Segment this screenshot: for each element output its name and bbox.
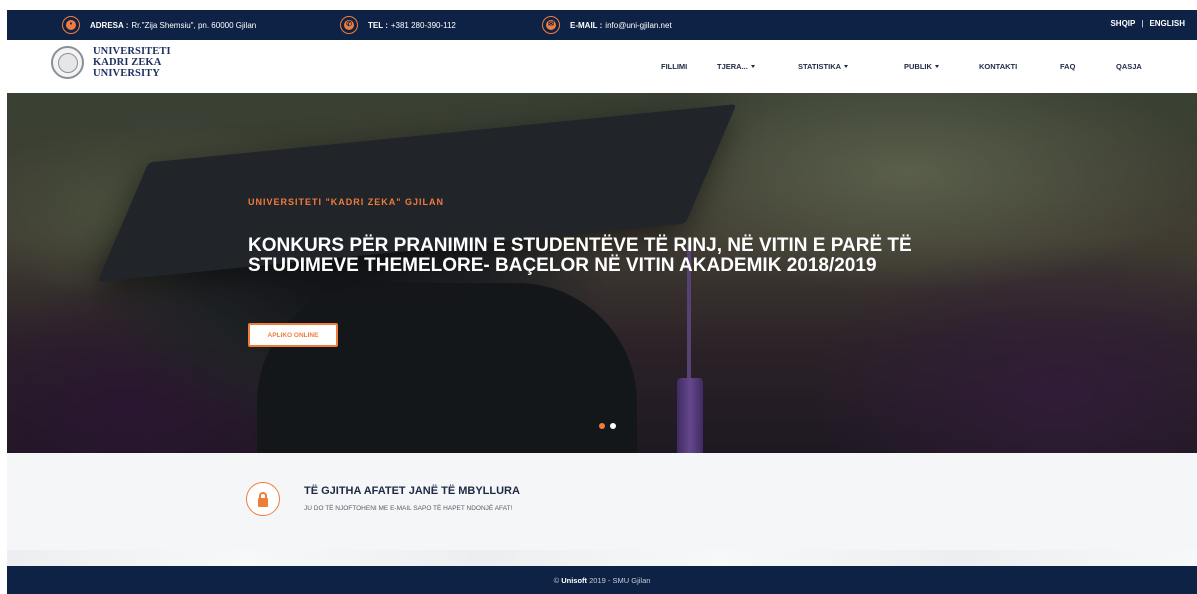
address-value: Rr."Zija Shemsiu", pn. 60000 Gjilan xyxy=(131,20,257,30)
notice-decor-band xyxy=(7,550,1197,566)
slider-dot-active[interactable] xyxy=(599,423,605,429)
phone-label: TEL : xyxy=(368,20,388,30)
university-seal-icon xyxy=(51,46,84,79)
nav-item-label: FILLIMI xyxy=(661,62,688,71)
copyright-symbol: © xyxy=(553,575,560,585)
nav-item-faq[interactable]: FAQ xyxy=(1060,62,1075,71)
phone-icon: ✆ xyxy=(340,16,358,34)
caret-down-icon xyxy=(844,65,849,68)
apply-online-button[interactable]: APLIKO ONLINE xyxy=(248,323,338,347)
lock-icon xyxy=(246,482,280,516)
nav-item-label: QASJA xyxy=(1116,62,1142,71)
page: • ADRESA : Rr."Zija Shemsiu", pn. 60000 … xyxy=(0,0,1197,594)
logo-line-3: UNIVERSITY xyxy=(93,68,160,79)
hero-content: UNIVERSITETI "KADRI ZEKA" GJILAN KONKURS… xyxy=(248,197,948,276)
slider-pagination xyxy=(599,423,616,429)
nav-item-label: FAQ xyxy=(1060,62,1076,71)
nav-item-statistika[interactable]: STATISTIKA xyxy=(798,62,849,71)
university-logo[interactable]: UNIVERSITETI KADRI ZEKA UNIVERSITY xyxy=(51,46,171,79)
language-switcher: SHQIP | ENGLISH xyxy=(1110,19,1185,28)
hero-title: KONKURS PËR PRANIMIN E STUDENTËVE TË RIN… xyxy=(248,235,912,276)
nav-item-publik[interactable]: PUBLIK xyxy=(904,62,939,71)
caret-down-icon xyxy=(750,65,755,68)
nav-item-label: PUBLIK xyxy=(904,62,932,71)
email-value[interactable]: info@uni-gjilan.net xyxy=(605,21,671,30)
email-label: E-MAIL : xyxy=(570,20,603,30)
footer-text: 2019 - SMU Gjilan xyxy=(589,575,651,585)
email-info: ✉ E-MAIL : info@uni-gjilan.net xyxy=(542,16,672,34)
caret-down-icon xyxy=(934,65,939,68)
logo-line-1: UNIVERSITETI xyxy=(93,46,171,57)
hero-slider: UNIVERSITETI "KADRI ZEKA" GJILAN KONKURS… xyxy=(7,93,1197,453)
main-navbar: UNIVERSITETI KADRI ZEKA UNIVERSITY FILLI… xyxy=(7,40,1197,93)
hero-subtitle: UNIVERSITETI "KADRI ZEKA" GJILAN xyxy=(248,197,445,207)
notice-text: JU DO TË NJOFTOHENI ME E-MAIL SAPO TË HA… xyxy=(304,505,513,512)
logo-line-2: KADRI ZEKA xyxy=(93,57,162,68)
phone-info: ✆ TEL : +381 280-390-112 xyxy=(340,16,456,34)
nav-item-fillimi[interactable]: FILLIMI xyxy=(661,62,687,71)
deadlines-notice: TË GJITHA AFATET JANË TË MBYLLURA JU DO … xyxy=(7,453,1197,566)
address-info: • ADRESA : Rr."Zija Shemsiu", pn. 60000 … xyxy=(62,16,256,34)
nav-item-label: KONTAKTI xyxy=(979,62,1018,71)
footer-brand[interactable]: Unisoft xyxy=(561,576,587,585)
slider-dot[interactable] xyxy=(610,423,616,429)
nav-item-label: TJERA... xyxy=(717,62,748,71)
top-info-bar: • ADRESA : Rr."Zija Shemsiu", pn. 60000 … xyxy=(7,10,1197,40)
nav-item-qasja[interactable]: QASJA xyxy=(1116,62,1142,71)
location-pin-icon: • xyxy=(62,16,80,34)
logo-text: UNIVERSITETI KADRI ZEKA UNIVERSITY xyxy=(93,46,171,79)
lang-shqip-link[interactable]: SHQIP xyxy=(1110,19,1135,28)
lang-separator: | xyxy=(1141,19,1144,28)
phone-value[interactable]: +381 280-390-112 xyxy=(391,21,456,30)
address-label: ADRESA : xyxy=(90,20,129,30)
nav-item-tjera[interactable]: TJERA... xyxy=(717,62,755,71)
nav-item-kontakti[interactable]: KONTAKTI xyxy=(979,62,1017,71)
nav-item-label: STATISTIKA xyxy=(798,62,842,71)
lang-english-link[interactable]: ENGLISH xyxy=(1149,19,1185,28)
notice-title: TË GJITHA AFATET JANË TË MBYLLURA xyxy=(304,485,520,497)
footer: © Unisoft 2019 - SMU Gjilan xyxy=(7,566,1197,594)
envelope-icon: ✉ xyxy=(542,16,560,34)
